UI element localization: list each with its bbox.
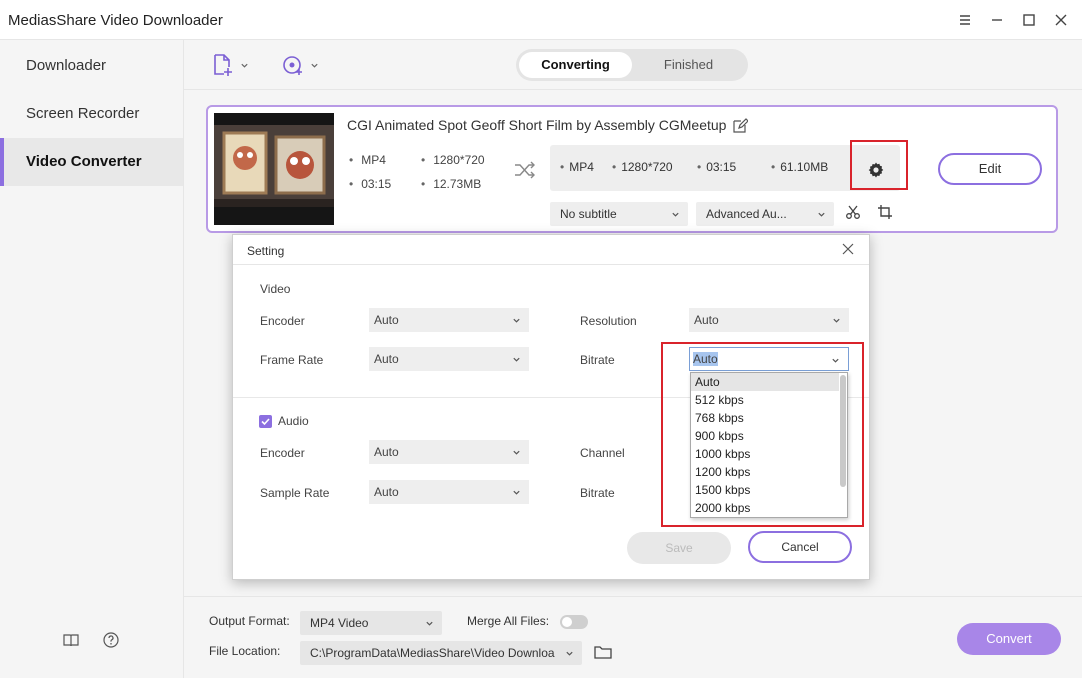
video-title: CGI Animated Spot Geoff Short Film by As… (347, 117, 727, 133)
add-file-icon (214, 54, 232, 76)
chevron-down-icon (311, 63, 318, 68)
video-encoder-label: Encoder (260, 314, 305, 328)
video-section-title: Video (260, 282, 291, 296)
close-icon[interactable] (841, 242, 855, 256)
close-icon[interactable] (1051, 10, 1071, 30)
chevron-down-icon (513, 450, 520, 455)
add-file-button[interactable] (212, 52, 249, 78)
video-encoder-value: Auto (374, 313, 399, 327)
output-format-select[interactable]: MP4 Video (300, 611, 442, 635)
channel-label: Channel (580, 446, 625, 460)
file-location-select[interactable]: C:\ProgramData\MediasShare\Video Downloa (300, 641, 582, 665)
output-format-value: MP4 Video (310, 616, 369, 630)
audio-encoder-select[interactable]: Auto (369, 440, 529, 464)
audio-encoder-value: Auto (374, 445, 399, 459)
audio-track-select-value: Advanced Au... (706, 207, 787, 221)
book-icon[interactable] (61, 630, 81, 650)
crop-icon[interactable] (877, 204, 893, 220)
bottom-bar: Output Format: MP4 Video Merge All Files… (184, 596, 1082, 678)
chevron-down-icon (672, 212, 679, 217)
chevron-down-icon (818, 212, 825, 217)
sidebar-item-video-converter[interactable]: Video Converter (0, 138, 183, 186)
title-bar: MediasShare Video Downloader (0, 0, 1082, 40)
resolution-select[interactable]: Auto (689, 308, 849, 332)
merge-files-toggle[interactable] (560, 615, 588, 629)
target-info: MP4 1280*720 03:15 61.10MB (550, 145, 900, 191)
source-format: MP4 (349, 153, 386, 167)
maximize-icon[interactable] (1019, 10, 1039, 30)
sidebar: Downloader Screen Recorder Video Convert… (0, 40, 184, 678)
frame-rate-label: Frame Rate (260, 353, 324, 367)
chevron-down-icon (241, 63, 248, 68)
video-thumbnail (214, 113, 334, 225)
help-icon[interactable] (101, 630, 121, 650)
tab-finished[interactable]: Finished (632, 52, 745, 78)
scissors-icon[interactable] (845, 204, 861, 220)
save-button[interactable]: Save (627, 532, 731, 564)
audio-checkbox[interactable] (259, 415, 272, 428)
output-format-label: Output Format: (209, 614, 290, 628)
sidebar-item-downloader[interactable]: Downloader (0, 42, 183, 90)
target-size: 61.10MB (771, 160, 828, 174)
sidebar-item-screen-recorder[interactable]: Screen Recorder (0, 90, 183, 138)
video-encoder-select[interactable]: Auto (369, 308, 529, 332)
source-resolution: 1280*720 (421, 153, 484, 167)
pencil-icon[interactable] (732, 118, 749, 134)
tab-converting[interactable]: Converting (519, 52, 632, 78)
file-location-value: C:\ProgramData\MediasShare\Video Downloa (310, 646, 555, 660)
toolbar: Converting Finished (184, 40, 1082, 90)
menu-icon[interactable] (955, 10, 975, 30)
source-duration: 03:15 (349, 177, 391, 191)
convert-button[interactable]: Convert (957, 623, 1061, 655)
frame-rate-value: Auto (374, 352, 399, 366)
subtitle-select-value: No subtitle (560, 207, 617, 221)
shuffle-icon (514, 161, 536, 179)
minimize-icon[interactable] (987, 10, 1007, 30)
audio-bitrate-label: Bitrate (580, 486, 615, 500)
sample-rate-value: Auto (374, 485, 399, 499)
chevron-down-icon (566, 651, 573, 656)
frame-rate-select[interactable]: Auto (369, 347, 529, 371)
chevron-down-icon (513, 357, 520, 362)
sample-rate-select[interactable]: Auto (369, 480, 529, 504)
resolution-value: Auto (694, 313, 719, 327)
app-title: MediasShare Video Downloader (8, 12, 223, 29)
merge-files-label: Merge All Files: (467, 614, 550, 628)
edit-button[interactable]: Edit (938, 153, 1042, 185)
source-size: 12.73MB (421, 177, 481, 191)
download-add-button[interactable] (282, 52, 319, 78)
dialog-header: Setting (233, 235, 869, 265)
subtitle-select[interactable]: No subtitle (550, 202, 688, 226)
chevron-down-icon (426, 621, 433, 626)
gear-icon[interactable] (867, 161, 885, 179)
dialog-title: Setting (247, 244, 285, 258)
resolution-label: Resolution (580, 314, 637, 328)
bitrate-highlight-box (661, 342, 864, 527)
audio-section-title: Audio (278, 414, 309, 428)
audio-encoder-label: Encoder (260, 446, 305, 460)
cancel-button[interactable]: Cancel (748, 531, 852, 563)
chevron-down-icon (513, 318, 520, 323)
status-tabs: Converting Finished (516, 49, 748, 81)
target-format: MP4 (560, 160, 594, 174)
target-resolution: 1280*720 (612, 160, 672, 174)
download-add-icon (283, 56, 302, 75)
file-location-label: File Location: (209, 644, 281, 658)
sample-rate-label: Sample Rate (260, 486, 330, 500)
chevron-down-icon (513, 490, 520, 495)
target-duration: 03:15 (697, 160, 736, 174)
audio-track-select[interactable]: Advanced Au... (696, 202, 834, 226)
video-item-card[interactable]: CGI Animated Spot Geoff Short Film by As… (206, 105, 1058, 233)
folder-icon[interactable] (594, 644, 612, 660)
video-bitrate-label: Bitrate (580, 353, 615, 367)
chevron-down-icon (833, 318, 840, 323)
